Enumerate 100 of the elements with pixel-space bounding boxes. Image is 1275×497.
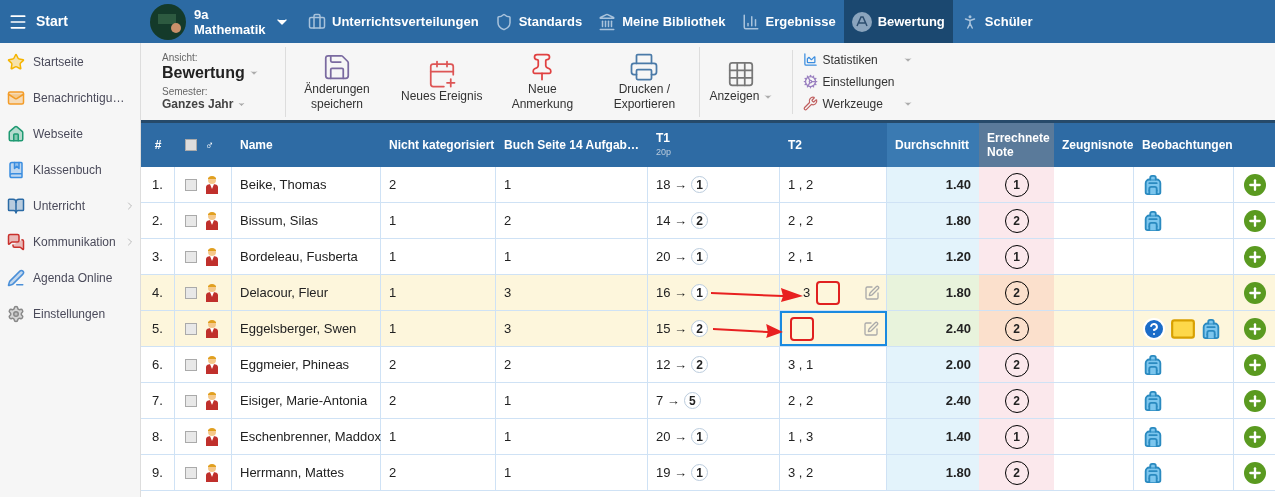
- average-value: 1.80: [945, 463, 971, 482]
- table-cell[interactable]: 1: [504, 462, 512, 483]
- average-value: 1.40: [945, 175, 971, 194]
- row-checkbox[interactable]: [185, 394, 197, 407]
- add-button[interactable]: [1243, 353, 1266, 376]
- backpack-icon[interactable]: [1142, 389, 1164, 412]
- table-cell[interactable]: 2: [389, 390, 397, 411]
- sidebar-item[interactable]: Benachrichtigu…: [0, 80, 140, 116]
- add-button[interactable]: [1243, 389, 1266, 412]
- table-cell[interactable]: 2: [504, 210, 512, 231]
- table-cell[interactable]: 3: [504, 282, 512, 303]
- test-points[interactable]: 7 →: [656, 390, 680, 411]
- add-button[interactable]: [1243, 317, 1266, 340]
- row-checkbox[interactable]: [185, 214, 197, 227]
- test-points[interactable]: 14 →: [656, 210, 688, 231]
- toolbar-menu-item[interactable]: Einstellungen: [803, 71, 914, 92]
- backpack-icon[interactable]: [1142, 209, 1164, 232]
- table-cell[interactable]: 2: [389, 174, 397, 195]
- sidebar-item[interactable]: Webseite: [0, 116, 140, 152]
- semester-dropdown[interactable]: Ganzes Jahr: [162, 97, 281, 111]
- nav-tab[interactable]: Meine Bibliothek: [590, 0, 734, 43]
- nav-tab[interactable]: Ergebnisse: [733, 0, 844, 43]
- table-cell[interactable]: 1: [389, 318, 397, 339]
- column-header: Name: [239, 137, 274, 154]
- student-name: Beike, Thomas: [240, 175, 327, 194]
- add-button[interactable]: [1243, 209, 1266, 232]
- table-cell[interactable]: 1: [504, 426, 512, 447]
- row-number: 9.: [152, 463, 163, 482]
- sidebar-item[interactable]: Agenda Online: [0, 260, 140, 296]
- plus-icon: [1246, 428, 1263, 445]
- student-name: Bordeleau, Fusberta: [240, 247, 358, 266]
- test-points[interactable]: 18 →: [656, 174, 688, 195]
- table-cell[interactable]: 1: [504, 390, 512, 411]
- test-points[interactable]: 20 →: [656, 246, 688, 267]
- backpack-icon[interactable]: [1200, 317, 1222, 340]
- selected-cell[interactable]: [780, 311, 887, 346]
- class-name[interactable]: 9a: [194, 6, 266, 22]
- view-dropdown[interactable]: Bewertung: [162, 63, 281, 83]
- add-button[interactable]: [1243, 281, 1266, 304]
- row-checkbox[interactable]: [185, 250, 197, 263]
- toolbar-button[interactable]: Neue Anmerkung: [491, 46, 594, 117]
- backpack-icon[interactable]: [1142, 173, 1164, 196]
- test-points[interactable]: 20 →: [656, 426, 688, 447]
- table-cell[interactable]: 2: [389, 462, 397, 483]
- nav-tab[interactable]: Standards: [486, 0, 591, 43]
- toolbar-menu-item[interactable]: Werkzeuge: [803, 93, 914, 114]
- menu-button[interactable]: Start: [0, 0, 150, 43]
- table-cell[interactable]: 1: [504, 246, 512, 267]
- table-cell[interactable]: 1: [389, 282, 397, 303]
- toolbar-button[interactable]: Drucken / Exportieren: [593, 46, 696, 117]
- row-checkbox[interactable]: [185, 358, 197, 371]
- test-points[interactable]: 16 →: [656, 282, 688, 303]
- row-checkbox[interactable]: [185, 286, 197, 299]
- select-all-checkbox[interactable]: [185, 139, 197, 151]
- table-cell[interactable]: 1: [389, 246, 397, 267]
- table-cell[interactable]: 1: [389, 426, 397, 447]
- add-button[interactable]: [1243, 173, 1266, 196]
- briefcase-icon: [308, 12, 326, 31]
- toolbar-button[interactable]: Neues Ereignis: [392, 46, 492, 117]
- table-cell[interactable]: 3: [504, 318, 512, 339]
- toolbar-button[interactable]: Änderungen speichern: [285, 46, 388, 117]
- help-icon[interactable]: [1142, 316, 1166, 341]
- edit-icon[interactable]: [864, 284, 880, 301]
- column-header: Zeugnisnote: [1061, 137, 1134, 154]
- toolbar-button[interactable]: Anzeigen: [699, 46, 783, 117]
- nav-tab[interactable]: Bewertung: [843, 0, 953, 43]
- grade-list: 1 , 3: [788, 426, 814, 447]
- row-checkbox[interactable]: [185, 322, 197, 335]
- row-checkbox[interactable]: [185, 466, 197, 479]
- backpack-icon[interactable]: [1142, 461, 1164, 484]
- test-points[interactable]: 12 →: [656, 354, 688, 375]
- toolbar-menu-item[interactable]: Statistiken: [803, 49, 914, 70]
- subject-name[interactable]: Mathematik: [194, 21, 266, 37]
- backpack-icon[interactable]: [1142, 425, 1164, 448]
- backpack-icon[interactable]: [1142, 353, 1164, 376]
- add-button[interactable]: [1243, 245, 1266, 268]
- open-book-icon: [7, 197, 25, 215]
- test-points[interactable]: 19 →: [656, 462, 688, 483]
- edit-icon[interactable]: [863, 320, 879, 337]
- shield-icon: [494, 12, 513, 31]
- table-cell[interactable]: 1: [504, 174, 512, 195]
- add-button[interactable]: [1243, 425, 1266, 448]
- sidebar-item[interactable]: Kommunikation: [0, 224, 140, 260]
- plus-icon: [1246, 392, 1263, 409]
- student-icon: [205, 426, 219, 447]
- class-avatar-icon: [150, 3, 186, 40]
- row-checkbox[interactable]: [185, 430, 197, 443]
- table-cell[interactable]: 2: [504, 354, 512, 375]
- nav-tab[interactable]: Schüler: [952, 0, 1041, 43]
- test-points[interactable]: 15 →: [656, 318, 688, 339]
- column-header: T2: [787, 137, 803, 154]
- table-cell[interactable]: 2: [389, 354, 397, 375]
- sidebar-item[interactable]: Einstellungen: [0, 296, 140, 332]
- add-button[interactable]: [1243, 461, 1266, 484]
- sidebar-item[interactable]: Startseite: [0, 44, 140, 80]
- nav-tab[interactable]: Unterrichtsverteilungen: [300, 0, 487, 43]
- sidebar-item[interactable]: Klassenbuch: [0, 152, 140, 188]
- table-cell[interactable]: 1: [389, 210, 397, 231]
- sidebar-item[interactable]: Unterricht: [0, 188, 140, 224]
- row-checkbox[interactable]: [185, 178, 197, 191]
